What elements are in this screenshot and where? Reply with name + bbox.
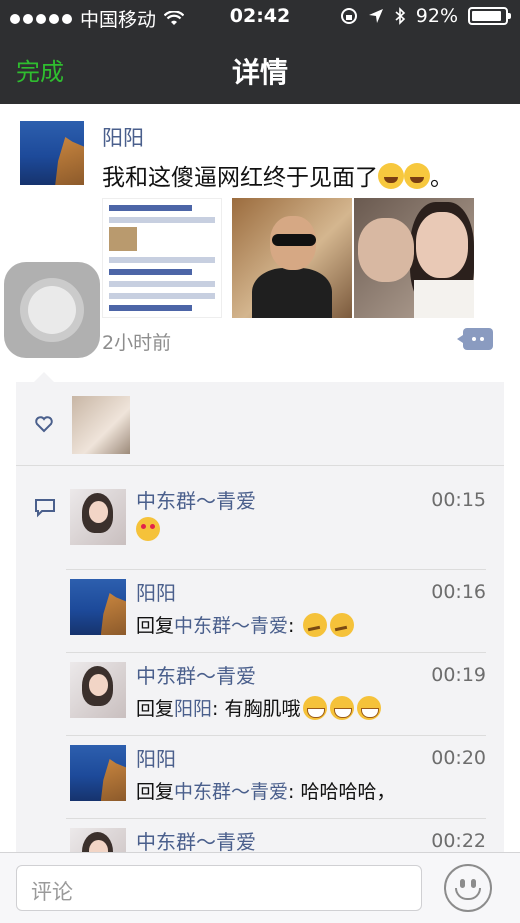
comment-time: 00:16 xyxy=(431,581,486,603)
heart-icon xyxy=(35,416,53,433)
grinning-emoji-icon xyxy=(303,696,328,720)
commenter-avatar[interactable] xyxy=(70,579,126,635)
commenter-name[interactable]: 阳阳 xyxy=(136,577,176,606)
post-image-couple[interactable] xyxy=(354,198,474,318)
divider xyxy=(66,569,486,570)
comment-time: 00:15 xyxy=(431,489,486,511)
post-time: 2小时前 xyxy=(102,332,172,354)
comment-time: 00:19 xyxy=(431,664,486,686)
panel-pointer xyxy=(34,372,54,382)
commenter-avatar[interactable] xyxy=(70,828,126,852)
commenter-avatar[interactable] xyxy=(70,662,126,718)
commenter-name[interactable]: 阳阳 xyxy=(136,743,176,772)
comment-body: 回复阳阳: 有胸肌哦 xyxy=(136,694,382,721)
battery-percent: 92% xyxy=(415,5,458,27)
commenter-avatar[interactable] xyxy=(70,489,126,545)
divider xyxy=(66,735,486,736)
page-title: 详情 xyxy=(231,56,288,89)
comment-input[interactable]: 评论 xyxy=(16,865,422,911)
grinning-emoji-icon xyxy=(357,696,382,720)
heart-eyes-emoji-icon xyxy=(136,517,160,541)
reply-to-name[interactable]: 中东群～青爱 xyxy=(174,781,288,803)
assistive-touch-button[interactable] xyxy=(4,262,100,358)
reply-to-name[interactable]: 中东群～青爱 xyxy=(174,615,288,637)
comment-item[interactable]: 阳阳 00:20 回复中东群～青爱: 哈哈哈哈， xyxy=(16,735,504,818)
post-author-avatar[interactable] xyxy=(20,121,84,185)
reply-to-name[interactable]: 阳阳 xyxy=(174,698,212,720)
post-image-screenshot[interactable] xyxy=(102,198,222,318)
comment-time: 00:22 xyxy=(431,830,486,852)
laughing-tears-emoji-icon xyxy=(378,163,404,189)
thinking-emoji-icon xyxy=(330,613,355,637)
post-image-man-selfie[interactable] xyxy=(232,198,352,318)
laughing-tears-emoji-icon xyxy=(404,163,430,189)
comment-item[interactable]: 中东群～青爱 00:19 回复阳阳: 有胸肌哦 xyxy=(16,652,504,735)
nav-bar: 完成 详情 xyxy=(0,34,520,104)
like-avatar[interactable] xyxy=(72,396,130,454)
thinking-emoji-icon xyxy=(303,613,328,637)
post-text: 我和这傻逼网红终于见面了。 xyxy=(102,163,453,191)
likes-comments-panel: 中东群～青爱 00:15 阳阳 00:16 回复中东群～青爱: 中东群～青爱 0… xyxy=(16,382,504,852)
commenter-avatar[interactable] xyxy=(70,745,126,801)
post-author-name[interactable]: 阳阳 xyxy=(102,122,144,152)
commenter-name[interactable]: 中东群～青爱 xyxy=(136,826,256,852)
commenter-name[interactable]: 中东群～青爱 xyxy=(136,660,256,689)
comment-item[interactable]: 阳阳 00:16 回复中东群～青爱: xyxy=(16,569,504,652)
comment-body xyxy=(136,517,160,541)
comment-action-button[interactable] xyxy=(457,328,493,350)
comment-body: 回复中东群～青爱: 哈哈哈哈， xyxy=(136,781,396,803)
comment-time: 00:20 xyxy=(431,747,486,769)
divider xyxy=(16,465,504,466)
divider xyxy=(66,652,486,653)
status-bar: 中国移动 02:42 92% xyxy=(0,0,520,34)
emoji-picker-icon[interactable] xyxy=(444,864,492,912)
comment-item[interactable]: 中东群～青爱 00:22 xyxy=(16,818,504,852)
commenter-name[interactable]: 中东群～青爱 xyxy=(136,485,256,514)
battery-icon xyxy=(468,7,511,25)
grinning-emoji-icon xyxy=(330,696,355,720)
comment-item[interactable]: 中东群～青爱 00:15 xyxy=(16,477,504,560)
divider xyxy=(66,818,486,819)
bluetooth-icon xyxy=(395,7,405,25)
location-arrow-icon xyxy=(368,9,383,23)
comment-input-bar: 评论 xyxy=(0,852,520,923)
comment-body: 回复中东群～青爱: xyxy=(136,611,355,638)
rotation-lock-icon xyxy=(340,8,357,24)
